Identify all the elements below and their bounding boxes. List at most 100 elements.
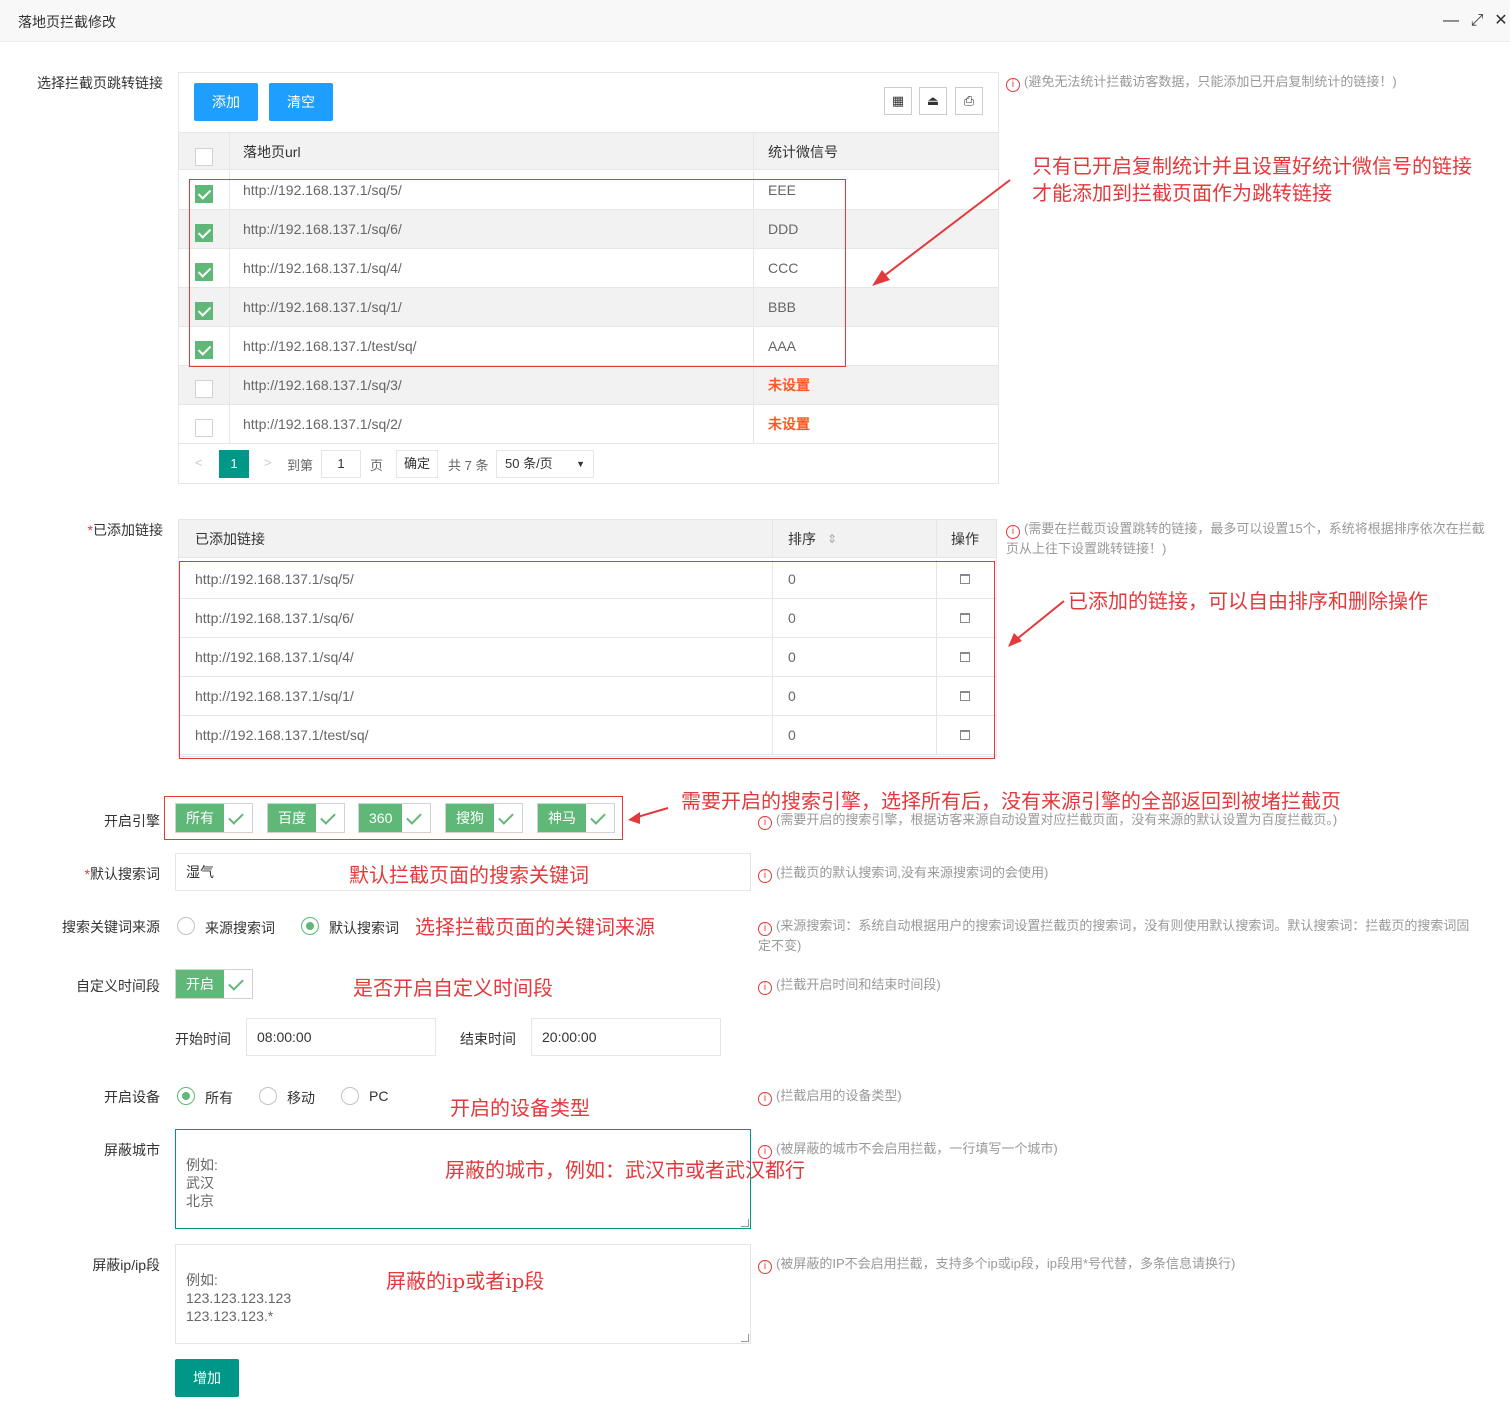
info-icon: i bbox=[758, 816, 772, 830]
row-wechat: EEE bbox=[768, 182, 797, 198]
block-ip-hint: i (被屏蔽的IP不会启用拦截，支持多个ip或ip段，ip段用*号代替，多条信息请… bbox=[758, 1254, 1478, 1274]
radio-device-all-label: 所有 bbox=[205, 1090, 233, 1106]
submit-add-button[interactable]: 增加 bbox=[175, 1359, 239, 1397]
added-table-header: 已添加链接 排序 ⇕ 操作 bbox=[179, 520, 996, 558]
radio-source-keyword-label: 来源搜索词 bbox=[205, 920, 275, 936]
page-current[interactable]: 1 bbox=[219, 450, 249, 478]
row-wechat: 未设置 bbox=[768, 377, 810, 393]
row-url: http://192.168.137.1/sq/2/ bbox=[243, 416, 402, 432]
added-url: http://192.168.137.1/sq/5/ bbox=[195, 571, 354, 587]
engine-switch-label: 所有 bbox=[176, 804, 224, 832]
check-icon bbox=[228, 809, 244, 825]
prev-page-icon[interactable]: < bbox=[195, 455, 203, 470]
added-links-hint: i (需要在拦截页设置跳转的链接，最多可以设置15个，系统将根据排序依次在拦截页从… bbox=[1006, 521, 1485, 556]
engine-switch[interactable]: 360 bbox=[358, 803, 431, 833]
engine-switch-label: 360 bbox=[359, 804, 403, 832]
trash-icon[interactable] bbox=[960, 690, 970, 702]
info-icon: i bbox=[1006, 525, 1020, 539]
total-count: 共 7 条 bbox=[448, 458, 489, 473]
confirm-page-button[interactable]: 确定 bbox=[396, 450, 438, 478]
added-url: http://192.168.137.1/sq/6/ bbox=[195, 610, 354, 626]
column-order: 排序 bbox=[788, 531, 816, 547]
info-icon: i bbox=[758, 981, 772, 995]
added-order[interactable]: 0 bbox=[788, 677, 796, 715]
added-url: http://192.168.137.1/sq/4/ bbox=[195, 649, 354, 665]
row-checkbox[interactable] bbox=[195, 341, 213, 359]
trash-icon[interactable] bbox=[960, 573, 970, 585]
row-checkbox[interactable] bbox=[195, 302, 213, 320]
row-wechat: BBB bbox=[768, 299, 797, 315]
custom-time-label: 自定义时间段 bbox=[76, 978, 160, 994]
window-title: 落地页拦截修改 bbox=[18, 14, 116, 30]
engine-switch-label: 神马 bbox=[538, 804, 586, 832]
row-checkbox[interactable] bbox=[195, 185, 213, 203]
added-order[interactable]: 0 bbox=[788, 599, 796, 637]
select-all-checkbox[interactable] bbox=[195, 148, 213, 166]
annotation-text-7: 是否开启自定义时间段 bbox=[353, 976, 553, 1000]
close-icon[interactable]: ✕ bbox=[1492, 12, 1510, 30]
row-url: http://192.168.137.1/test/sq/ bbox=[243, 338, 417, 354]
export-icon[interactable]: ⏏ bbox=[919, 87, 947, 115]
engine-switch[interactable]: 搜狗 bbox=[445, 803, 523, 833]
radio-device-mobile[interactable] bbox=[259, 1087, 277, 1105]
add-button[interactable]: 添加 bbox=[194, 83, 258, 121]
radio-device-all[interactable] bbox=[177, 1087, 195, 1105]
select-links-hint: i (避免无法统计拦截访客数据，只能添加已开启复制统计的链接！) bbox=[1006, 72, 1496, 92]
annotation-text-3: 已添加的链接，可以自由排序和删除操作 bbox=[1068, 589, 1428, 613]
row-url: http://192.168.137.1/sq/4/ bbox=[243, 260, 402, 276]
devices-hint: i (拦截启用的设备类型) bbox=[758, 1086, 1478, 1106]
block-city-hint: i (被屏蔽的城市不会启用拦截，一行填写一个城市) bbox=[758, 1139, 1478, 1159]
radio-default-keyword[interactable] bbox=[301, 917, 319, 935]
table-row: http://192.168.137.1/test/sq/AAA bbox=[179, 327, 998, 366]
engine-switch[interactable]: 神马 bbox=[537, 803, 615, 833]
info-icon: i bbox=[758, 1145, 772, 1159]
check-icon bbox=[320, 809, 336, 825]
engine-switch[interactable]: 所有 bbox=[175, 803, 253, 833]
trash-icon[interactable] bbox=[960, 612, 970, 624]
annotation-arrow-1 bbox=[872, 179, 1011, 286]
maximize-icon[interactable]: ⤢ bbox=[1468, 12, 1486, 30]
trash-icon[interactable] bbox=[960, 651, 970, 663]
start-time-input[interactable]: 08:00:00 bbox=[246, 1018, 436, 1056]
added-order[interactable]: 0 bbox=[788, 560, 796, 598]
added-url: http://192.168.137.1/test/sq/ bbox=[195, 727, 369, 743]
table-header: 落地页url 统计微信号 bbox=[179, 132, 998, 170]
added-links-table: 已添加链接 排序 ⇕ 操作 http://192.168.137.1/sq/5/… bbox=[178, 519, 997, 757]
page-input[interactable]: 1 bbox=[321, 450, 361, 478]
goto-label: 到第 bbox=[287, 458, 314, 473]
custom-time-switch[interactable]: 开启 bbox=[175, 969, 253, 999]
end-time-input[interactable]: 20:00:00 bbox=[531, 1018, 721, 1056]
print-icon[interactable]: ⎙ bbox=[955, 87, 983, 115]
resize-handle[interactable] bbox=[741, 1334, 749, 1342]
window-titlebar: 落地页拦截修改 — ⤢ ✕ bbox=[0, 0, 1510, 42]
radio-device-pc[interactable] bbox=[341, 1087, 359, 1105]
row-checkbox[interactable] bbox=[195, 263, 213, 281]
row-checkbox[interactable] bbox=[195, 224, 213, 242]
table-row: http://192.168.137.1/sq/2/未设置 bbox=[179, 405, 998, 444]
radio-source-keyword[interactable] bbox=[177, 917, 195, 935]
sort-icon[interactable]: ⇕ bbox=[827, 520, 837, 558]
radio-device-pc-label: PC bbox=[369, 1088, 389, 1104]
radio-default-keyword-label: 默认搜索词 bbox=[329, 920, 399, 936]
engine-switch[interactable]: 百度 bbox=[267, 803, 345, 833]
column-operation: 操作 bbox=[951, 531, 979, 547]
added-order[interactable]: 0 bbox=[788, 716, 796, 754]
check-icon bbox=[228, 975, 244, 991]
block-ip-textarea[interactable]: 例如: 123.123.123.123 123.123.123.* bbox=[175, 1244, 751, 1344]
select-links-label: 选择拦截页跳转链接 bbox=[37, 75, 163, 91]
grid-icon[interactable]: ▦ bbox=[884, 87, 912, 115]
devices-label: 开启设备 bbox=[104, 1089, 160, 1105]
next-page-icon[interactable]: > bbox=[264, 455, 272, 470]
table-row: http://192.168.137.1/sq/1/0 bbox=[179, 677, 996, 716]
minimize-icon[interactable]: — bbox=[1442, 12, 1460, 30]
row-checkbox[interactable] bbox=[195, 419, 213, 437]
clear-button[interactable]: 清空 bbox=[269, 83, 333, 121]
added-order[interactable]: 0 bbox=[788, 638, 796, 676]
row-url: http://192.168.137.1/sq/3/ bbox=[243, 377, 402, 393]
row-checkbox[interactable] bbox=[195, 380, 213, 398]
resize-handle[interactable] bbox=[741, 1219, 749, 1227]
per-page-value: 50 条/页 bbox=[505, 456, 553, 471]
per-page-select[interactable]: 50 条/页 ▼ bbox=[496, 450, 594, 478]
trash-icon[interactable] bbox=[960, 729, 970, 741]
annotation-text-10: 屏蔽的ip或者ip段 bbox=[386, 1269, 545, 1293]
